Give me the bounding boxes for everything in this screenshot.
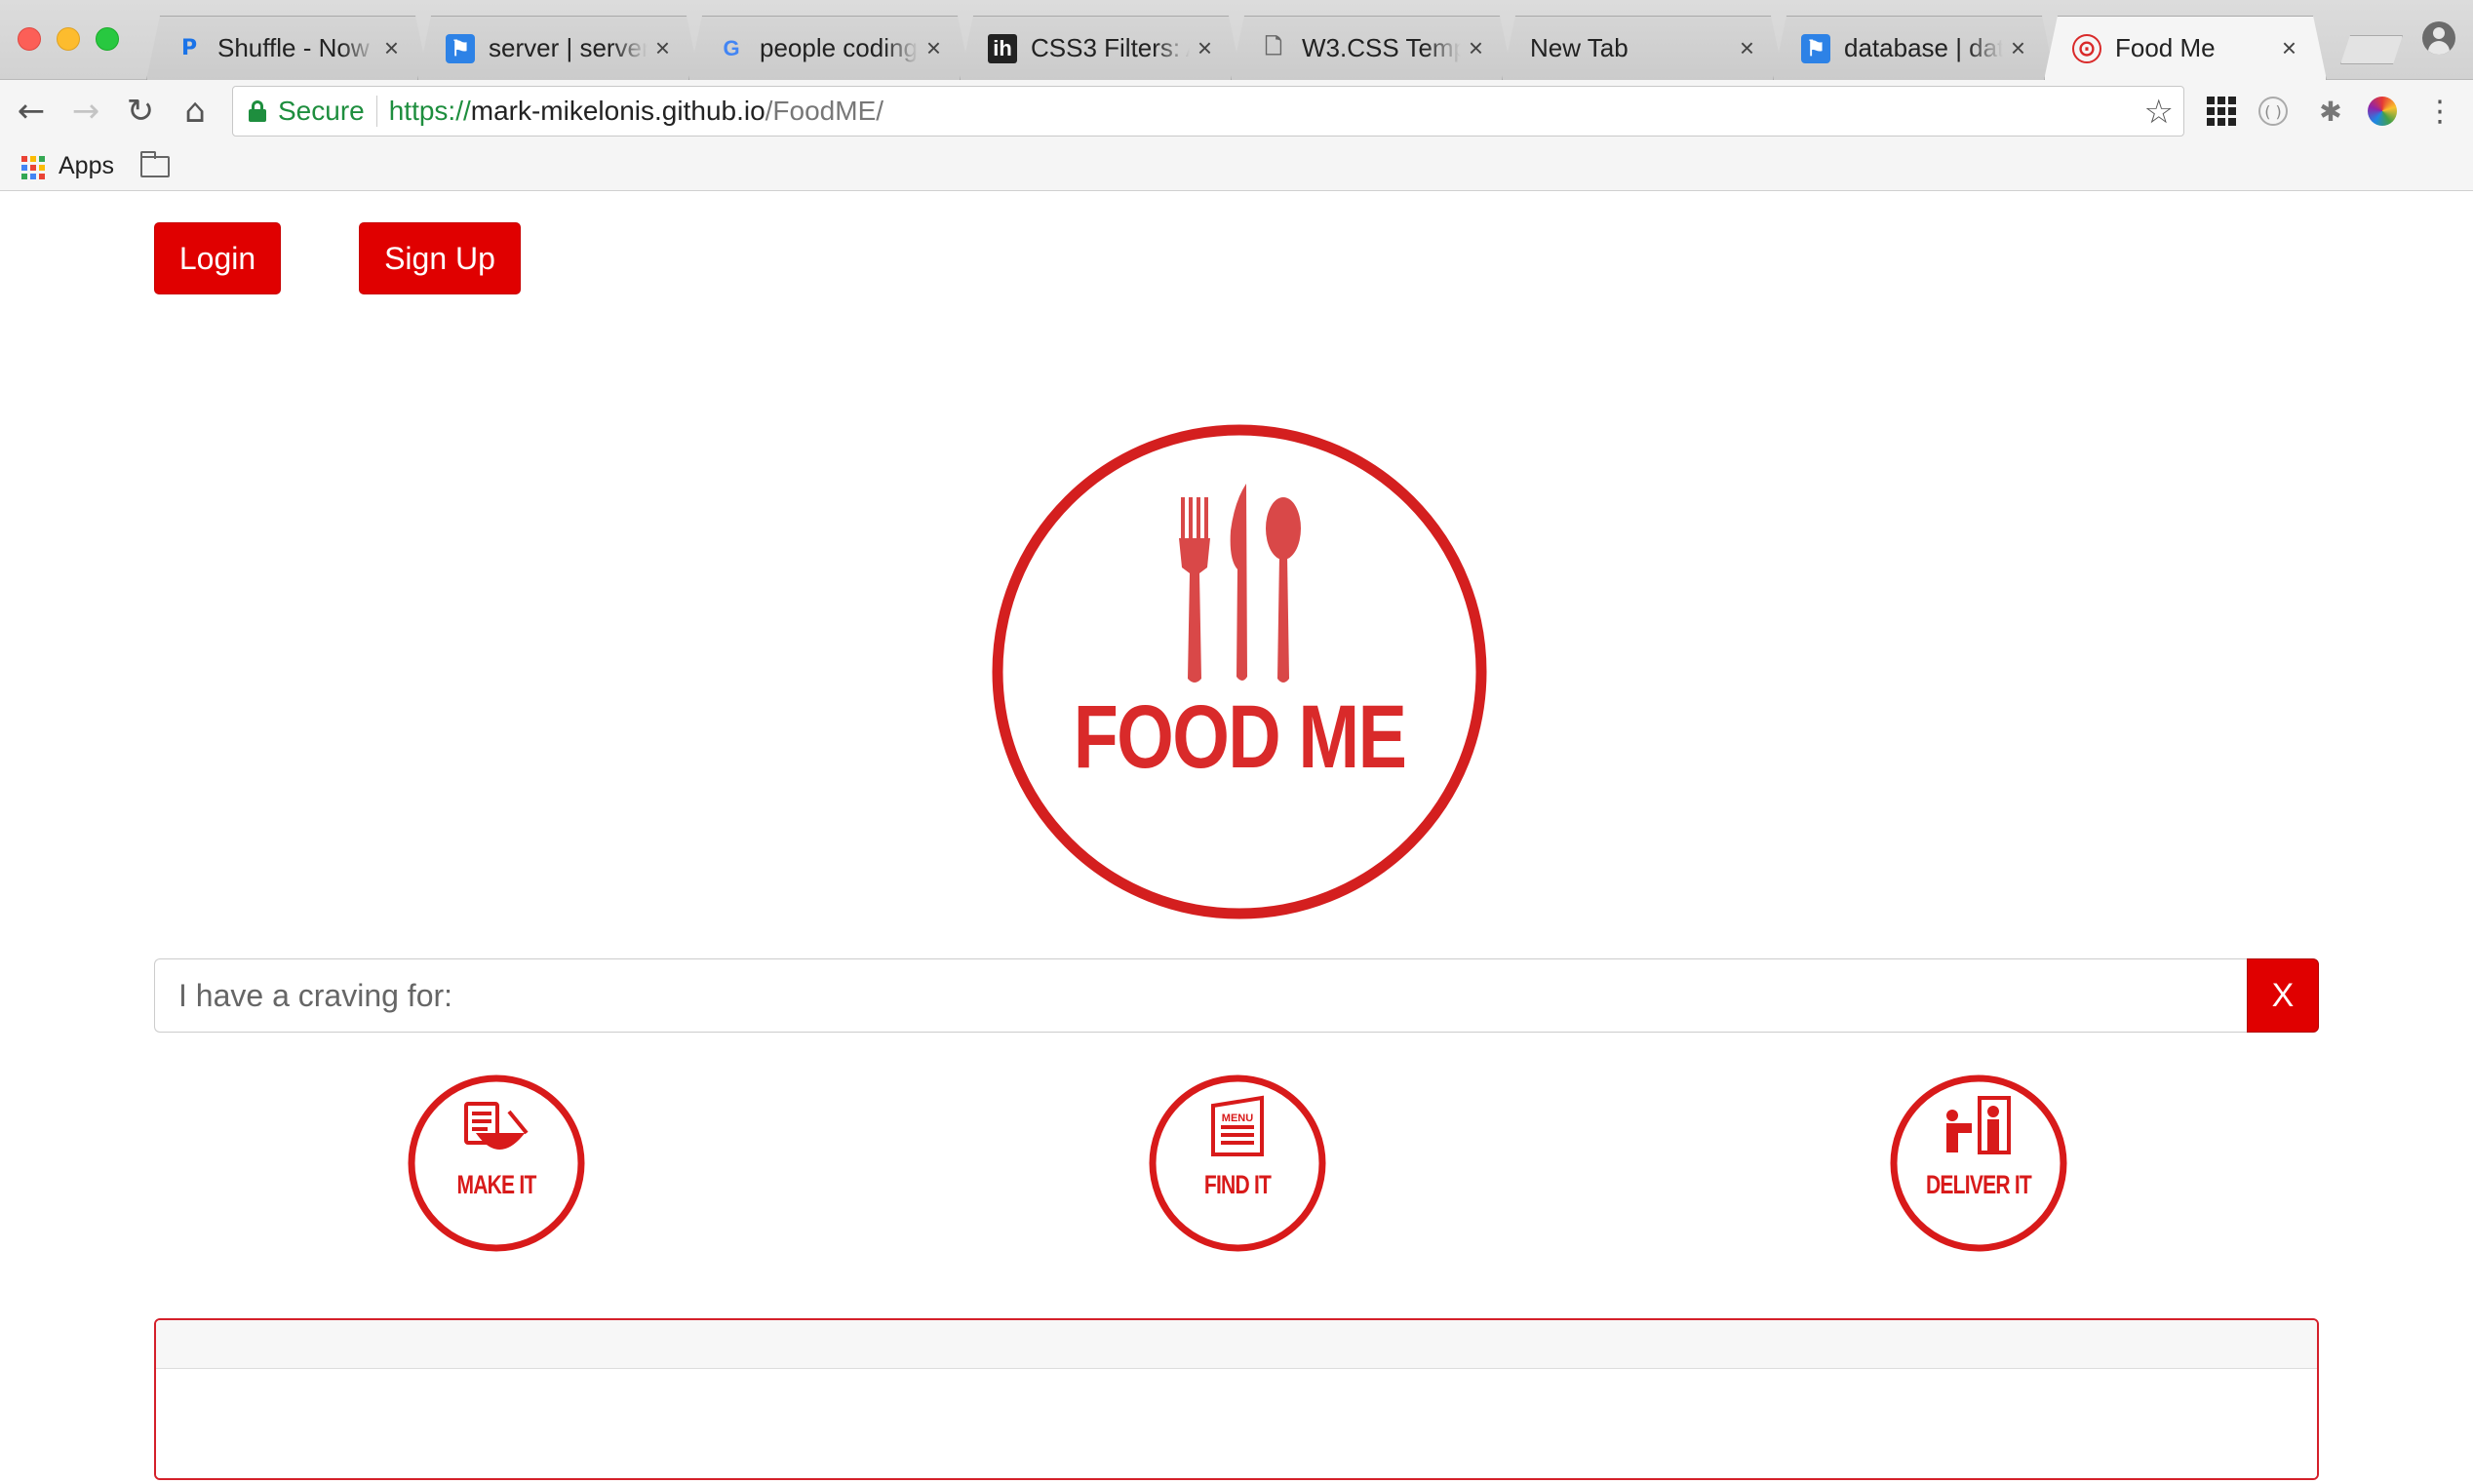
results-panel-body (156, 1369, 2317, 1478)
url-path: /FoodME/ (765, 96, 884, 126)
logo-text: FOOD ME (1073, 687, 1407, 787)
login-button[interactable]: Login (154, 222, 281, 294)
apps-grid-icon[interactable] (21, 156, 45, 179)
tab-title: New Tab (1530, 33, 1629, 62)
browser-tab-active[interactable]: ⊙ Food Me × (2044, 16, 2327, 80)
bookmark-star-icon[interactable]: ☆ (2144, 93, 2174, 132)
flag-icon: ⚑ (1801, 34, 1830, 63)
tab-close-icon[interactable]: × (1197, 33, 1212, 63)
browser-tab[interactable]: P Shuffle - Now P × (146, 16, 429, 80)
tab-close-icon[interactable]: × (384, 33, 399, 63)
url-scheme: https:// (388, 96, 471, 126)
address-bar[interactable]: Secure https:// mark-mikelonis.github.io… (232, 86, 2184, 137)
fork-icon (1179, 497, 1210, 683)
extension-grid-icon[interactable] (2204, 94, 2239, 129)
ih-icon: ih (988, 34, 1017, 63)
browser-tab[interactable]: New Tab × (1502, 16, 1785, 80)
extension-color-wheel-icon[interactable] (2368, 97, 2397, 126)
menu-icon: MENU (1149, 1074, 1326, 1252)
window-maximize-button[interactable] (96, 27, 119, 51)
url-host: mark-mikelonis.github.io (470, 96, 765, 126)
results-panel (154, 1318, 2319, 1480)
find-it-label: FIND IT (1203, 1170, 1272, 1199)
make-it-button[interactable]: MAKE IT (406, 1073, 587, 1254)
document-icon: 🗋 (1265, 33, 1282, 59)
window-close-button[interactable] (18, 27, 41, 51)
folder-icon[interactable] (140, 151, 170, 177)
craving-search: X (154, 958, 2319, 1033)
tab-title: W3.CSS Templa (1302, 33, 1461, 62)
page-content: Login Sign Up FOOD ME I have a craving f… (0, 192, 2473, 1484)
back-arrow-icon[interactable]: ← (10, 90, 53, 133)
find-it-button[interactable]: MENU FIND IT (1147, 1073, 1328, 1254)
apps-bookmark[interactable]: Apps (59, 152, 114, 180)
browser-tab-strip: P Shuffle - Now P × ⚑ server | server × … (0, 0, 2473, 80)
deliver-it-button[interactable]: DELIVER IT (1888, 1073, 2069, 1254)
clear-search-button[interactable]: X (2247, 958, 2319, 1033)
tab-title: Food Me (2115, 33, 2216, 62)
tab-title: people coding (760, 33, 918, 62)
reload-icon[interactable]: ↻ (119, 90, 162, 133)
browser-tab[interactable]: 🗋 W3.CSS Templa × (1231, 16, 1513, 80)
results-panel-header (156, 1320, 2317, 1369)
spoon-icon (1266, 497, 1301, 683)
tab-close-icon[interactable]: × (1469, 33, 1483, 63)
tab-title: server | server (489, 33, 648, 62)
profile-icon[interactable] (2422, 21, 2455, 55)
forward-arrow-icon[interactable]: → (64, 90, 107, 133)
extension-circle-icon[interactable]: ( ) (2258, 97, 2288, 126)
browser-tab[interactable]: ⚑ server | server × (417, 16, 700, 80)
food-me-logo: FOOD ME (991, 423, 1488, 920)
lock-icon (249, 100, 266, 122)
svg-text:MENU: MENU (1222, 1113, 1253, 1124)
tab-close-icon[interactable]: × (2282, 33, 2296, 63)
flag-icon: ⚑ (446, 34, 475, 63)
delivery-person-icon (1890, 1074, 2067, 1252)
extension-bug-icon[interactable]: ✱ (2313, 94, 2348, 129)
address-separator (375, 96, 377, 127)
knife-icon (1230, 484, 1247, 681)
tab-title: database | data (1844, 33, 2003, 62)
tab-close-icon[interactable]: × (2011, 33, 2025, 63)
signup-button[interactable]: Sign Up (359, 222, 521, 294)
deliver-it-label: DELIVER IT (1925, 1170, 2032, 1199)
tab-close-icon[interactable]: × (655, 33, 670, 63)
make-it-label: MAKE IT (456, 1170, 536, 1199)
kebab-menu-icon[interactable]: ⋮ (2422, 94, 2457, 129)
p-icon: P (180, 36, 198, 60)
browser-tab[interactable]: ⚑ database | data × (1773, 16, 2056, 80)
new-tab-button[interactable] (2340, 35, 2403, 64)
browser-tab[interactable]: ih CSS3 Filters: A × (960, 16, 1242, 80)
logo-circle-icon (992, 424, 1487, 919)
window-minimize-button[interactable] (57, 27, 80, 51)
secure-label: Secure (278, 96, 365, 126)
cookbook-bowl-icon (408, 1074, 585, 1252)
bookmarks-bar: Apps (0, 142, 2473, 191)
home-icon[interactable]: ⌂ (174, 90, 216, 133)
craving-input[interactable] (154, 958, 2247, 1033)
tab-close-icon[interactable]: × (926, 33, 941, 63)
browser-tab[interactable]: G people coding × (688, 16, 971, 80)
browser-toolbar: ← → ↻ ⌂ Secure https:// mark-mikelonis.g… (0, 80, 2473, 142)
tab-close-icon[interactable]: × (1740, 33, 1754, 63)
google-icon: G (723, 35, 740, 60)
foodme-icon: ⊙ (2072, 34, 2101, 63)
tab-title: CSS3 Filters: A (1031, 33, 1190, 62)
tab-title: Shuffle - Now P (217, 33, 376, 62)
